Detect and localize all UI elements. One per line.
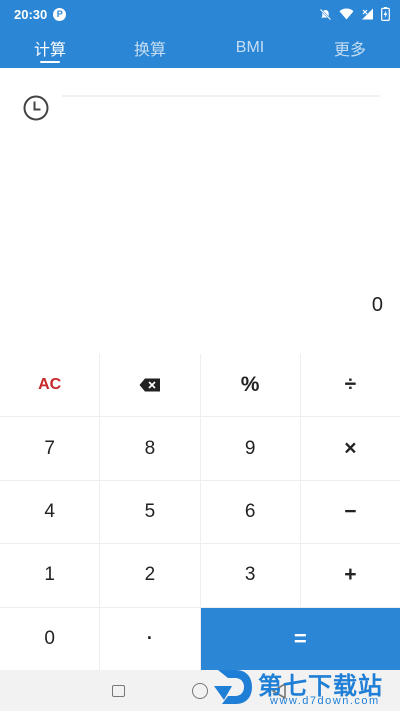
digit-4-button[interactable]: 4 — [0, 480, 100, 544]
status-time: 20:30 — [14, 6, 48, 22]
digit-2-button[interactable]: 2 — [100, 544, 200, 607]
digit-7-button[interactable]: 7 — [0, 417, 100, 480]
digit-8-button[interactable]: 8 — [100, 417, 200, 480]
plus-button[interactable]: + — [300, 544, 400, 607]
home-button[interactable] — [192, 683, 208, 699]
multiply-button[interactable]: × — [300, 417, 400, 480]
backspace-icon — [139, 378, 160, 392]
watermark: 第七下载站 www.d7down.com — [212, 664, 396, 710]
clear-button[interactable]: AC — [0, 354, 100, 417]
digit-1-button[interactable]: 1 — [0, 544, 100, 607]
wifi-icon — [339, 8, 354, 20]
battery-charging-icon — [381, 7, 390, 21]
watermark-url: www.d7down.com — [270, 695, 380, 707]
tab-bmi[interactable]: BMI — [200, 28, 300, 68]
digit-9-button[interactable]: 9 — [200, 417, 300, 480]
tab-calculate[interactable]: 计算 — [0, 28, 100, 68]
equals-button[interactable]: = — [200, 607, 400, 670]
digit-5-button[interactable]: 5 — [100, 480, 200, 544]
signal-icon — [362, 8, 373, 20]
digit-0-button[interactable]: 0 — [0, 607, 100, 670]
recents-button[interactable] — [112, 685, 125, 697]
percent-button[interactable]: % — [200, 354, 300, 417]
status-bar: 20:30 P — [0, 0, 400, 28]
clock-icon — [23, 95, 49, 121]
app-notification-icon: P — [53, 7, 67, 21]
history-button[interactable] — [20, 94, 50, 122]
dnd-off-icon — [319, 8, 332, 20]
minus-button[interactable]: − — [300, 480, 400, 544]
keypad: AC % ÷ 7 8 9 × 4 5 6 − 1 2 3 + 0 · = — [0, 354, 400, 670]
divide-button[interactable]: ÷ — [300, 354, 400, 417]
decimal-button[interactable]: · — [100, 607, 200, 670]
history-divider — [62, 95, 380, 97]
digit-6-button[interactable]: 6 — [200, 480, 300, 544]
result-display: 0 — [371, 294, 383, 316]
status-icons — [319, 7, 390, 21]
tab-convert[interactable]: 换算 — [100, 28, 200, 68]
tab-bar: 计算 换算 BMI 更多 — [0, 28, 400, 68]
d7-logo-icon — [214, 670, 252, 704]
backspace-button[interactable] — [100, 354, 200, 417]
tab-more[interactable]: 更多 — [300, 28, 400, 68]
calculator-display: 0 — [0, 68, 400, 354]
digit-3-button[interactable]: 3 — [200, 544, 300, 607]
